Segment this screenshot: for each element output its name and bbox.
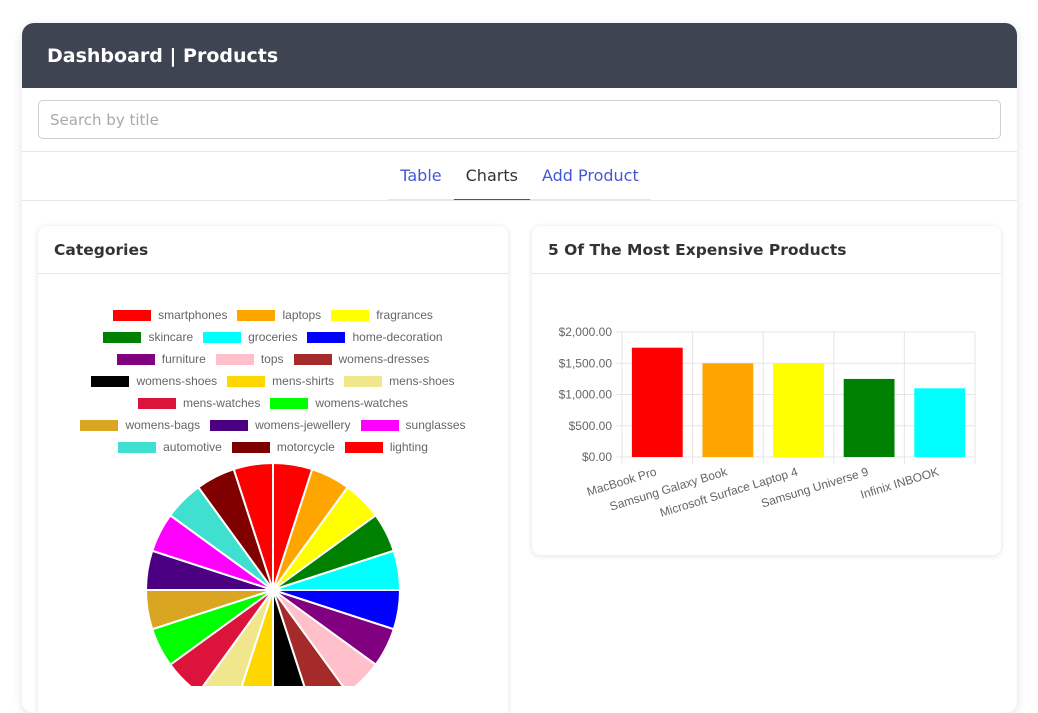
y-tick-label: $1,000.00 bbox=[559, 388, 613, 402]
tab-charts[interactable]: Charts bbox=[453, 152, 530, 200]
tab-add-product[interactable]: Add Product bbox=[529, 152, 651, 200]
categories-card: Categories smartphones laptops fragrances s… bbox=[38, 226, 508, 713]
y-tick-label: $500.00 bbox=[569, 419, 613, 433]
bar-4[interactable] bbox=[914, 388, 966, 457]
x-tick-label: Infinix INBOOK bbox=[859, 464, 941, 501]
dashboard-app: Dashboard | Products Table Charts Add Pr… bbox=[22, 23, 1017, 713]
expensive-products-card: 5 Of The Most Expensive Products $0.00 $5… bbox=[532, 226, 1001, 555]
bar-1[interactable] bbox=[702, 363, 754, 457]
y-tick-label: $1,500.00 bbox=[559, 356, 613, 370]
categories-pie-chart bbox=[144, 461, 402, 686]
page-title: Dashboard | Products bbox=[47, 44, 279, 67]
search-bar bbox=[22, 88, 1017, 152]
expensive-products-bar-chart: $0.00$500.00$1,000.00$1,500.00$2,000.00M… bbox=[559, 325, 976, 520]
tab-table[interactable]: Table bbox=[388, 152, 454, 200]
bar-3[interactable] bbox=[843, 378, 895, 457]
search-input[interactable] bbox=[38, 100, 1001, 139]
bar-2[interactable] bbox=[773, 363, 824, 457]
tabs-nav: Table Charts Add Product bbox=[22, 152, 1017, 201]
header: Dashboard | Products bbox=[22, 23, 1017, 88]
bar-0[interactable] bbox=[631, 347, 683, 457]
y-tick-label: $0.00 bbox=[582, 450, 612, 464]
y-tick-label: $2,000.00 bbox=[559, 325, 613, 339]
